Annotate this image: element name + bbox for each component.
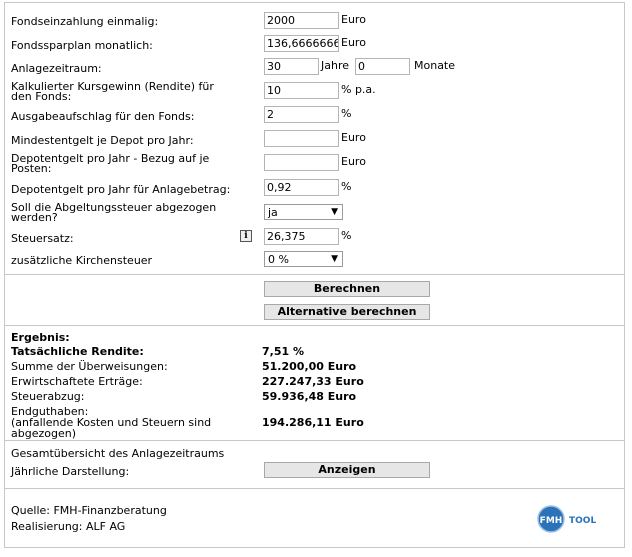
label-kirchensteuer: zusätzliche Kirchensteuer (11, 254, 153, 267)
calculator-frame: Fondseinzahlung einmalig: 2000 Euro Fond… (4, 2, 625, 548)
result-ertraege-label: Erwirtschaftete Erträge: (11, 375, 143, 388)
label-anlagezeitraum: Anlagezeitraum: (11, 62, 102, 75)
depotentgelt-posten-unit: Euro (341, 155, 366, 168)
alternative-berechnen-button[interactable]: Alternative berechnen (264, 304, 430, 320)
label-depotentgelt-betrag: Depotentgelt pro Jahr für Anlagebetrag: (11, 183, 231, 196)
years-unit: Jahre (321, 59, 350, 72)
label-steuersatz: Steuersatz: (11, 232, 74, 245)
divider (5, 274, 624, 275)
result-rendite-label: Tatsächliche Rendite: (11, 345, 144, 358)
label-ausgabeaufschlag: Ausgabeaufschlag für den Fonds: (11, 110, 195, 123)
label-einzahlung: Fondseinzahlung einmalig: (11, 15, 159, 28)
footer-quelle: Quelle: FMH-Finanzberatung (11, 504, 167, 517)
kirchensteuer-select[interactable]: 0 % ▼ (264, 251, 343, 267)
abgeltungssteuer-selected: ja (268, 206, 278, 219)
dropdown-arrow-icon: ▼ (331, 254, 338, 264)
years-input[interactable]: 30 (264, 58, 319, 75)
berechnen-button[interactable]: Berechnen (264, 281, 430, 297)
rendite-input[interactable]: 10 (264, 82, 339, 99)
rendite-unit: % p.a. (341, 83, 376, 96)
mindestentgelt-input[interactable] (264, 130, 339, 147)
result-steuer-value: 59.936,48 Euro (262, 390, 357, 403)
sparplan-input[interactable]: 136,6666666666 (264, 35, 339, 52)
depotentgelt-betrag-unit: % (341, 180, 352, 193)
logo-tool-text: TOOL (569, 516, 596, 526)
result-rendite-value: 7,51 % (262, 345, 304, 358)
result-heading: Ergebnis: (11, 331, 70, 344)
overview-jaehrlich-label: Jährliche Darstellung: (11, 465, 130, 478)
result-summe-value: 51.200,00 Euro (262, 360, 357, 373)
anzeigen-button[interactable]: Anzeigen (264, 462, 430, 478)
result-steuer-label: Steuerabzug: (11, 390, 85, 403)
months-unit: Monate (414, 59, 456, 72)
overview-title: Gesamtübersicht des Anlagezeitraums (11, 447, 225, 460)
ausgabeaufschlag-input[interactable]: 2 (264, 106, 339, 123)
einzahlung-input[interactable]: 2000 (264, 12, 339, 29)
divider (5, 488, 624, 489)
logo-text: FMH (540, 516, 563, 526)
label-sparplan: Fondssparplan monatlich: (11, 39, 153, 52)
sparplan-unit: Euro (341, 36, 366, 49)
mindestentgelt-unit: Euro (341, 131, 366, 144)
steuersatz-input[interactable]: 26,375 (264, 228, 339, 245)
steuersatz-unit: % (341, 229, 352, 242)
label-depotentgelt-posten: Depotentgelt pro Jahr - Bezug auf je Pos… (11, 152, 210, 175)
info-icon[interactable]: i (240, 230, 252, 242)
divider (5, 440, 624, 441)
abgeltungssteuer-select[interactable]: ja ▼ (264, 204, 343, 220)
depotentgelt-posten-input[interactable] (264, 154, 339, 171)
result-summe-label: Summe der Überweisungen: (11, 360, 168, 373)
divider (5, 325, 624, 326)
footer-realisierung: Realisierung: ALF AG (11, 520, 126, 533)
label-abgeltungssteuer: Soll die Abgeltungssteuer abgezogen werd… (11, 201, 217, 224)
fmh-tool-logo[interactable]: FMH TOOL (537, 505, 617, 535)
result-endguthaben-value: 194.286,11 Euro (262, 416, 364, 429)
kirchensteuer-selected: 0 % (268, 253, 289, 266)
label-mindestentgelt: Mindestentgelt je Depot pro Jahr: (11, 134, 194, 147)
dropdown-arrow-icon: ▼ (331, 207, 338, 217)
ausgabeaufschlag-unit: % (341, 107, 352, 120)
depotentgelt-betrag-input[interactable]: 0,92 (264, 179, 339, 196)
result-ertraege-value: 227.247,33 Euro (262, 375, 364, 388)
label-rendite: Kalkulierter Kursgewinn (Rendite) für de… (11, 80, 214, 103)
months-input[interactable]: 0 (355, 58, 410, 75)
einzahlung-unit: Euro (341, 13, 366, 26)
result-endguthaben-label: Endguthaben: (anfallende Kosten und Steu… (11, 405, 212, 440)
